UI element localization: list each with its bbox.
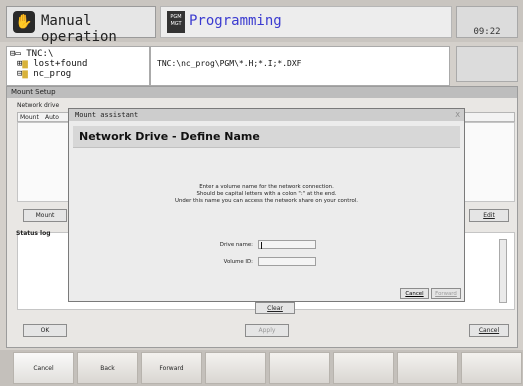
pgm-mgt-icon: PGM MGT [167, 11, 185, 33]
softkey-7[interactable] [397, 352, 458, 384]
info-line-3: Under this name you can access the netwo… [175, 198, 358, 204]
ok-button[interactable]: OK [23, 324, 67, 337]
status-log-scrollbar[interactable] [499, 239, 507, 303]
side-softkey[interactable] [456, 46, 518, 82]
volume-id-input[interactable] [258, 257, 316, 266]
close-icon[interactable]: X [455, 111, 460, 119]
apply-button[interactable]: Apply [245, 324, 289, 337]
assistant-forward-button[interactable]: Forward [431, 288, 461, 299]
tree-item-label: nc_prog [33, 69, 72, 79]
info-line-1: Enter a volume name for the network conn… [199, 184, 334, 190]
info-line-2: Should be capital letters with a colon "… [196, 191, 337, 197]
column-mount[interactable]: Mount [20, 114, 39, 121]
softkey-forward[interactable]: Forward [141, 352, 202, 384]
cancel-button[interactable]: Cancel [469, 324, 509, 337]
pgm-badge-line1: PGM [170, 14, 182, 20]
softkey-back[interactable]: Back [77, 352, 138, 384]
tree-root-label: TNC:\ [26, 49, 54, 59]
tree-item-lost-found[interactable]: ⊞▆ lost+found [17, 59, 87, 69]
softkey-6[interactable] [333, 352, 394, 384]
machine-mode-panel[interactable]: ✋ Manual operation [6, 6, 156, 45]
folder-icon: ▆ [22, 69, 28, 79]
machine-mode-label: Manual operation [41, 13, 117, 45]
pgm-badge-line2: MGT [170, 21, 182, 27]
tree-root[interactable]: ⊟▭ TNC:\ [10, 49, 53, 59]
hand-icon: ✋ [13, 11, 35, 33]
status-log-label: Status log [16, 230, 51, 237]
softkey-cancel[interactable]: Cancel [13, 352, 74, 384]
assistant-cancel-button[interactable]: Cancel [400, 288, 429, 299]
network-drive-label: Network drive [17, 102, 60, 109]
dialog-heading: Network Drive - Define Name [73, 126, 460, 148]
column-auto[interactable]: Auto [45, 114, 59, 121]
mount-setup-title: Mount Setup [7, 87, 517, 98]
softkey-5[interactable] [269, 352, 330, 384]
mount-button[interactable]: Mount [23, 209, 67, 222]
drive-name-input[interactable] [258, 240, 316, 249]
folder-icon: ▆ [22, 59, 28, 69]
dialog-title: Mount assistant [69, 109, 464, 121]
file-path: TNC:\nc_prog\PGM\*.H;*.I;*.DXF [157, 59, 302, 68]
volume-id-label: Volume ID: [223, 259, 253, 265]
clear-button[interactable]: Clear [255, 302, 295, 314]
text-cursor [261, 242, 262, 249]
directory-tree[interactable]: ⊟▭ TNC:\ ⊞▆ lost+found ⊟▆ nc_prog [6, 46, 150, 86]
program-mode-panel[interactable]: PGM MGT Programming [160, 6, 452, 38]
file-path-bar: TNC:\nc_prog\PGM\*.H;*.I;*.DXF [150, 46, 450, 86]
clock: 09:22 [456, 6, 518, 38]
edit-button[interactable]: Edit [469, 209, 509, 222]
mount-assistant-dialog: Mount assistant X Network Drive - Define… [68, 108, 465, 302]
tree-item-nc-prog[interactable]: ⊟▆ nc_prog [17, 69, 71, 79]
drive-name-label: Drive name: [219, 242, 253, 248]
softkey-4[interactable] [205, 352, 266, 384]
softkey-8[interactable] [461, 352, 522, 384]
program-mode-label: Programming [189, 13, 282, 29]
tree-item-label: lost+found [33, 59, 88, 69]
